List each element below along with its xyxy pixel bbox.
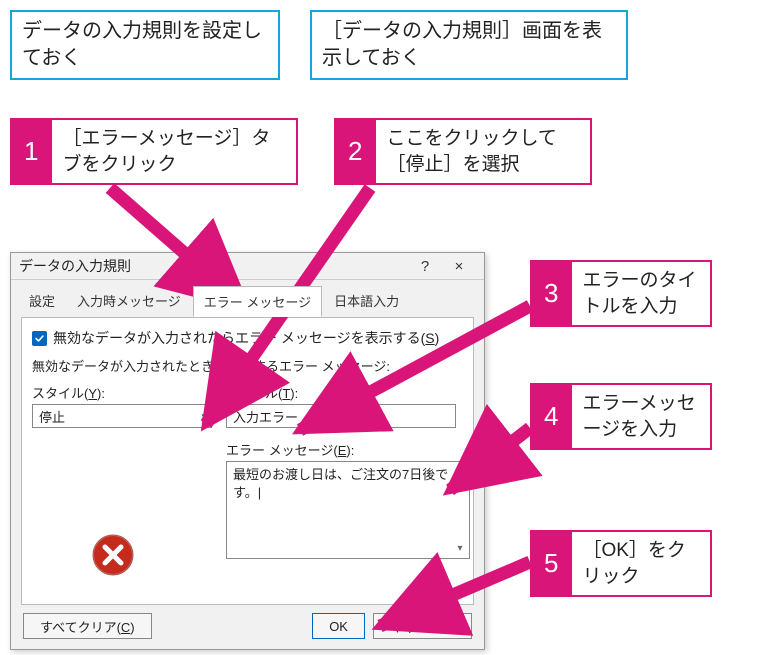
error-message-textarea[interactable]: 最短のお渡し日は、ご注文の7日後です。| ▴ ▾ (226, 461, 470, 559)
chk-label-suffix: ) (435, 330, 440, 346)
msg-label-prefix: エラー メッセージ( (226, 443, 338, 458)
intro-box-1: データの入力規則を設定しておく (10, 10, 280, 80)
title-label: タイトル(T): (226, 383, 470, 402)
tab-ime-label: 日本語入力 (334, 294, 399, 309)
stop-error-icon (90, 532, 136, 578)
tab-strip: 設定 入力時メッセージ エラー メッセージ 日本語入力 (11, 280, 484, 317)
intro-text-2: ［データの入力規則］画面を表示しておく (322, 20, 602, 69)
ok-button[interactable]: OK (312, 613, 365, 639)
error-message-value: 最短のお渡し日は、ご注文の7日後です。| (233, 467, 448, 500)
step-1: 1 ［エラーメッセージ］タブをクリック (10, 118, 298, 185)
show-error-checkbox-label: 無効なデータが入力されたらエラー メッセージを表示する(S) (53, 328, 439, 348)
step-1-label: ［エラーメッセージ］タブをクリック (62, 126, 286, 177)
data-validation-dialog: データの入力規則 ? × 設定 入力時メッセージ エラー メッセージ 日本語入力 (10, 252, 485, 650)
step-3-label: エラーのタイトルを入力 (582, 268, 700, 319)
step-3: 3 エラーのタイトルを入力 (530, 260, 712, 327)
title-label-suffix: ): (290, 386, 298, 401)
style-select[interactable]: 停止 ▾ (32, 404, 212, 428)
help-icon: ? (421, 258, 429, 275)
step-5: 5 ［OK］をクリック (530, 530, 712, 597)
scroll-down-icon[interactable]: ▾ (453, 542, 467, 556)
show-error-checkbox[interactable] (32, 331, 47, 346)
style-select-value: 停止 (39, 407, 65, 426)
cancel-button[interactable]: キャンセル (373, 613, 472, 639)
chk-accel: S (425, 330, 434, 346)
msg-label-suffix: ): (346, 443, 354, 458)
clear-all-button[interactable]: すべてクリア(C) (23, 613, 152, 639)
step-text: ここをクリックして［停止］を選択 (376, 118, 592, 185)
tab-input-message-label: 入力時メッセージ (77, 294, 181, 309)
show-error-checkbox-row: 無効なデータが入力されたらエラー メッセージを表示する(S) (32, 328, 463, 348)
clear-suffix: ) (130, 620, 134, 635)
clear-prefix: すべてクリア( (40, 620, 121, 635)
clear-accel: C (121, 620, 130, 635)
tab-error-message[interactable]: エラー メッセージ (193, 286, 322, 317)
dialog-title: データの入力規則 (19, 256, 408, 276)
step-2-label: ここをクリックして［停止］を選択 (386, 126, 580, 177)
title-input[interactable]: 入力エラー (226, 404, 456, 428)
step-number: 1 (10, 118, 52, 185)
style-label: スタイル(Y): (32, 383, 212, 402)
step-number: 5 (530, 530, 572, 597)
chk-label-prefix: 無効なデータが入力されたらエラー メッセージを表示する( (53, 330, 425, 346)
step-number: 3 (530, 260, 572, 327)
step-4-label: エラーメッセージを入力 (582, 391, 700, 442)
step-4: 4 エラーメッセージを入力 (530, 383, 712, 450)
style-accel: Y (88, 386, 97, 401)
step-number: 4 (530, 383, 572, 450)
chevron-down-icon: ▾ (201, 410, 207, 423)
step-text: エラーのタイトルを入力 (572, 260, 712, 327)
close-icon: × (455, 258, 464, 275)
dialog-button-row: すべてクリア(C) OK キャンセル (11, 605, 484, 651)
step-number: 2 (334, 118, 376, 185)
step-text: ［エラーメッセージ］タブをクリック (52, 118, 298, 185)
ok-label: OK (329, 619, 348, 634)
check-icon (34, 333, 45, 344)
cancel-label: キャンセル (390, 617, 455, 636)
tab-panel-error-message: 無効なデータが入力されたらエラー メッセージを表示する(S) 無効なデータが入力… (21, 317, 474, 605)
tab-error-message-label: エラー メッセージ (204, 295, 311, 310)
tab-settings-label: 設定 (29, 294, 55, 309)
title-input-value: 入力エラー (233, 407, 298, 426)
tab-ime[interactable]: 日本語入力 (324, 286, 409, 317)
tab-input-message[interactable]: 入力時メッセージ (67, 286, 191, 317)
style-label-prefix: スタイル( (32, 386, 88, 401)
style-label-suffix: ): (97, 386, 105, 401)
intro-box-2: ［データの入力規則］画面を表示しておく (310, 10, 628, 80)
step-2: 2 ここをクリックして［停止］を選択 (334, 118, 592, 185)
title-label-prefix: タイトル( (226, 386, 282, 401)
titlebar: データの入力規則 ? × (11, 253, 484, 280)
close-button[interactable]: × (442, 253, 476, 279)
help-button[interactable]: ? (408, 253, 442, 279)
error-message-label: エラー メッセージ(E): (226, 440, 470, 459)
step-text: ［OK］をクリック (572, 530, 712, 597)
clear-all-label: すべてクリア(C) (40, 617, 135, 636)
scroll-up-icon[interactable]: ▴ (453, 464, 467, 478)
step-text: エラーメッセージを入力 (572, 383, 712, 450)
error-message-sublabel: 無効なデータが入力されたときに表示するエラー メッセージ: (32, 356, 463, 375)
step-5-label: ［OK］をクリック (582, 538, 700, 589)
intro-text-1: データの入力規則を設定しておく (22, 20, 262, 69)
tab-settings[interactable]: 設定 (19, 286, 65, 317)
